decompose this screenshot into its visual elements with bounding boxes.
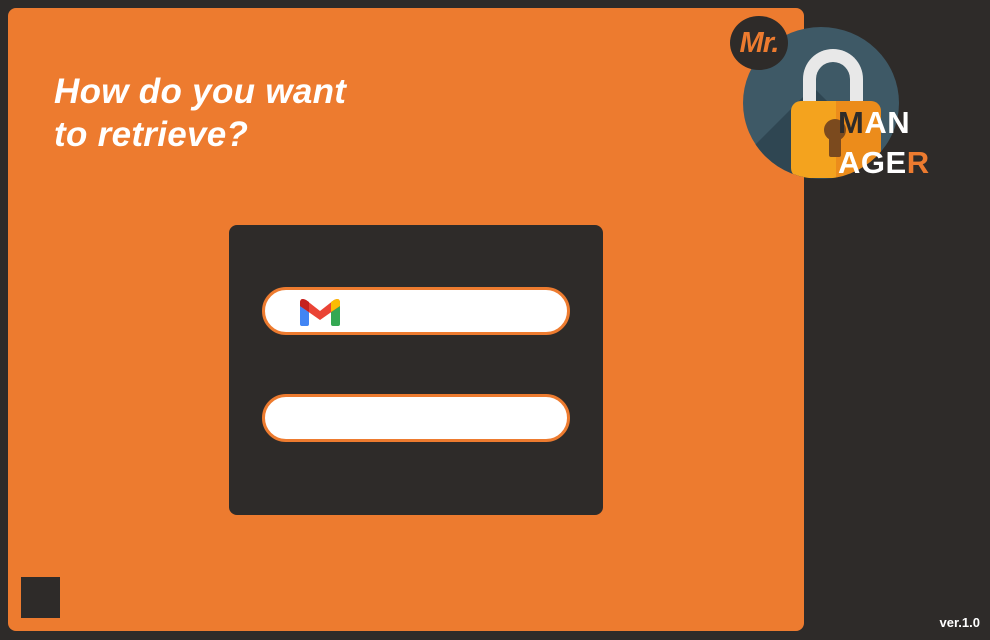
page-title-line1: How do you want	[54, 72, 347, 111]
brand-text-line2: AGER	[838, 145, 930, 180]
back-button[interactable]	[21, 577, 60, 618]
page-title-line2: to retrieve?	[54, 115, 249, 154]
main-panel: How do you want to retrieve?	[8, 8, 804, 631]
gmail-icon	[300, 299, 340, 326]
brand-text-line1: MAN	[838, 105, 911, 140]
gmail-retrieve-button[interactable]	[262, 287, 570, 335]
version-label: ver.1.0	[939, 615, 981, 630]
retrieve-options-card	[229, 225, 603, 515]
mr-manager-logo: Mr. MAN AGER	[728, 14, 938, 184]
mr-badge: Mr.	[730, 16, 788, 70]
page-title: How do you want to retrieve?	[54, 70, 346, 156]
alternate-retrieve-button[interactable]	[262, 394, 570, 442]
